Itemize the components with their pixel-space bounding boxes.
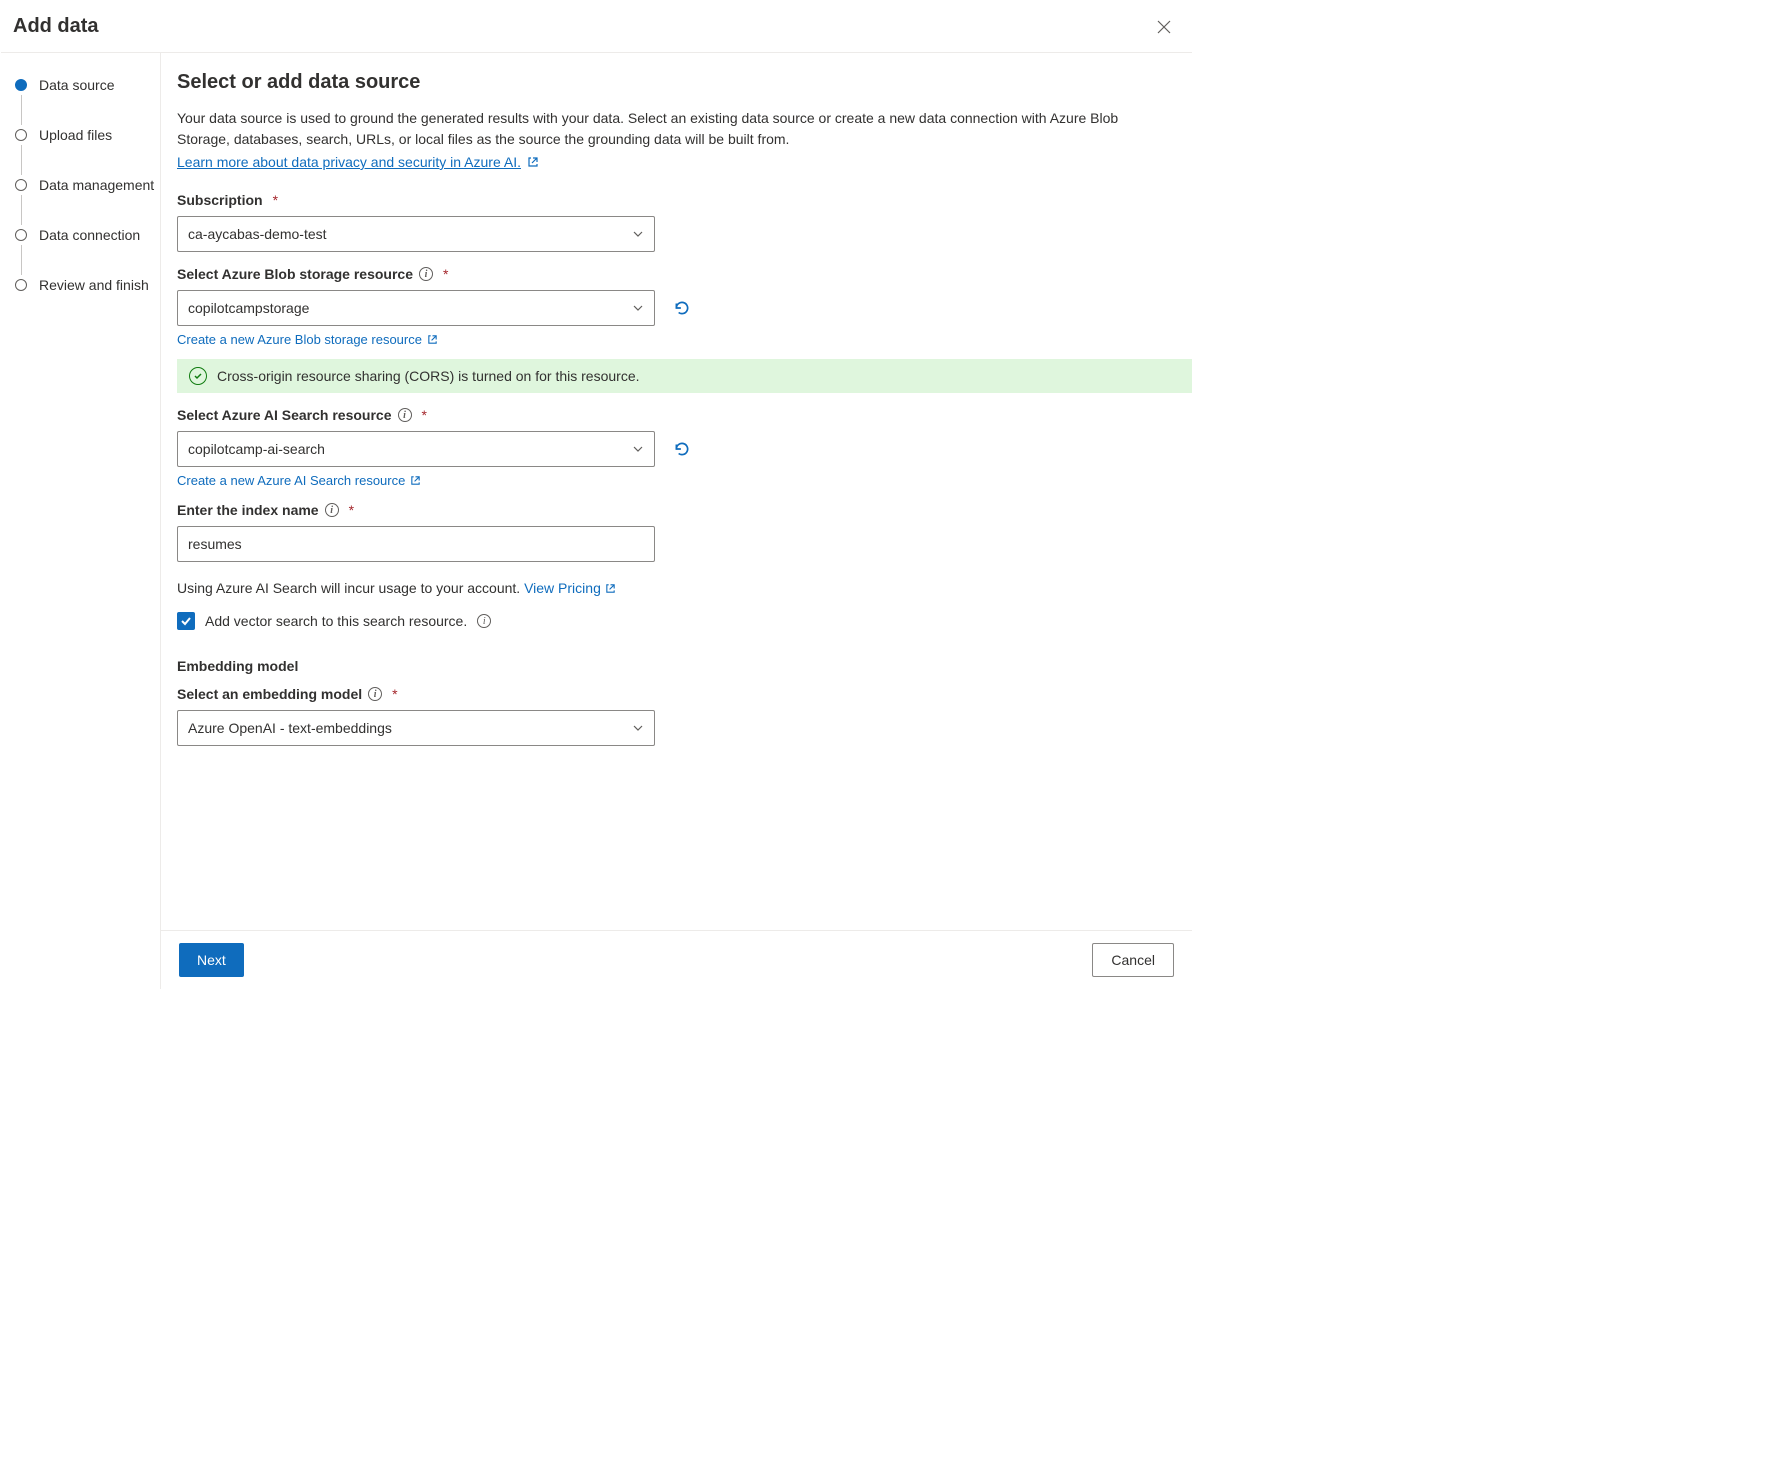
step-data-connection[interactable]: Data connection <box>15 225 160 245</box>
step-bullet <box>15 129 27 141</box>
index-name-input[interactable]: resumes <box>177 526 655 562</box>
step-connector <box>21 245 22 275</box>
step-data-management[interactable]: Data management <box>15 175 160 195</box>
dialog-footer: Next Cancel <box>161 930 1192 989</box>
create-blob-link[interactable]: Create a new Azure Blob storage resource <box>177 332 438 347</box>
vector-search-label: Add vector search to this search resourc… <box>205 613 467 629</box>
add-data-dialog: Add data Data source Upload files Data m… <box>0 0 1193 990</box>
step-bullet-active <box>15 79 27 91</box>
ai-search-value: copilotcamp-ai-search <box>188 441 325 457</box>
checkmark-icon <box>180 615 192 627</box>
step-label: Data connection <box>39 227 140 243</box>
blob-storage-value: copilotcampstorage <box>188 300 309 316</box>
index-name-value: resumes <box>188 536 242 552</box>
chevron-down-icon <box>632 443 644 455</box>
external-link-icon <box>410 475 421 486</box>
external-link-icon <box>605 583 616 594</box>
step-label: Upload files <box>39 127 112 143</box>
refresh-blob-button[interactable] <box>673 299 691 317</box>
pricing-notice: Using Azure AI Search will incur usage t… <box>177 580 1172 596</box>
close-button[interactable] <box>1154 17 1174 37</box>
required-star: * <box>273 192 278 208</box>
refresh-search-button[interactable] <box>673 440 691 458</box>
required-star: * <box>422 407 427 423</box>
learn-more-text: Learn more about data privacy and securi… <box>177 154 521 170</box>
external-link-icon <box>427 334 438 345</box>
learn-more-link[interactable]: Learn more about data privacy and securi… <box>177 154 539 170</box>
embedding-section-label: Embedding model <box>177 658 1172 674</box>
step-data-source[interactable]: Data source <box>15 75 160 95</box>
cancel-button[interactable]: Cancel <box>1092 943 1174 977</box>
blob-storage-field: Select Azure Blob storage resource i * c… <box>177 266 1172 347</box>
step-review-finish[interactable]: Review and finish <box>15 275 160 295</box>
chevron-down-icon <box>632 722 644 734</box>
embedding-model-label: Select an embedding model i * <box>177 686 398 702</box>
view-pricing-link[interactable]: View Pricing <box>524 580 616 596</box>
info-icon[interactable]: i <box>477 614 491 628</box>
chevron-down-icon <box>632 302 644 314</box>
wizard-steps-sidebar: Data source Upload files Data management… <box>1 53 161 989</box>
embedding-model-value: Azure OpenAI - text-embeddings <box>188 720 392 736</box>
page-title: Select or add data source <box>177 71 1172 94</box>
step-bullet <box>15 179 27 191</box>
info-icon[interactable]: i <box>419 267 433 281</box>
ai-search-field: Select Azure AI Search resource i * copi… <box>177 407 1172 488</box>
main-panel: Select or add data source Your data sour… <box>161 53 1192 989</box>
index-name-label: Enter the index name i * <box>177 502 354 518</box>
step-label: Review and finish <box>39 277 149 293</box>
info-icon[interactable]: i <box>398 408 412 422</box>
cors-success-banner: Cross-origin resource sharing (CORS) is … <box>177 359 1192 393</box>
next-button[interactable]: Next <box>179 943 244 977</box>
vector-search-checkbox[interactable] <box>177 612 195 630</box>
info-icon[interactable]: i <box>368 687 382 701</box>
ai-search-select[interactable]: copilotcamp-ai-search <box>177 431 655 467</box>
close-icon <box>1157 20 1171 34</box>
embedding-model-select[interactable]: Azure OpenAI - text-embeddings <box>177 710 655 746</box>
subscription-label: Subscription * <box>177 192 278 208</box>
dialog-header: Add data <box>1 1 1192 53</box>
ai-search-label: Select Azure AI Search resource i * <box>177 407 427 423</box>
blob-storage-select[interactable]: copilotcampstorage <box>177 290 655 326</box>
blob-storage-label: Select Azure Blob storage resource i * <box>177 266 448 282</box>
embedding-model-field: Select an embedding model i * Azure Open… <box>177 686 1172 746</box>
page-description: Your data source is used to ground the g… <box>177 108 1172 150</box>
step-upload-files[interactable]: Upload files <box>15 125 160 145</box>
required-star: * <box>349 502 354 518</box>
required-star: * <box>443 266 448 282</box>
step-bullet <box>15 229 27 241</box>
step-connector <box>21 95 22 125</box>
info-icon[interactable]: i <box>325 503 339 517</box>
subscription-value: ca-aycabas-demo-test <box>188 226 327 242</box>
chevron-down-icon <box>632 228 644 240</box>
step-label: Data source <box>39 77 114 93</box>
external-link-icon <box>527 156 539 168</box>
step-connector <box>21 195 22 225</box>
create-search-link[interactable]: Create a new Azure AI Search resource <box>177 473 421 488</box>
checkmark-circle-icon <box>189 367 207 385</box>
index-name-field: Enter the index name i * resumes <box>177 502 1172 562</box>
step-label: Data management <box>39 177 154 193</box>
dialog-title: Add data <box>13 15 99 38</box>
step-bullet <box>15 279 27 291</box>
dialog-body: Data source Upload files Data management… <box>1 53 1192 989</box>
cors-message: Cross-origin resource sharing (CORS) is … <box>217 368 640 384</box>
subscription-field: Subscription * ca-aycabas-demo-test <box>177 192 1172 252</box>
main-scroll[interactable]: Select or add data source Your data sour… <box>161 53 1192 930</box>
required-star: * <box>392 686 397 702</box>
step-connector <box>21 145 22 175</box>
subscription-select[interactable]: ca-aycabas-demo-test <box>177 216 655 252</box>
vector-search-checkbox-row: Add vector search to this search resourc… <box>177 612 1172 630</box>
